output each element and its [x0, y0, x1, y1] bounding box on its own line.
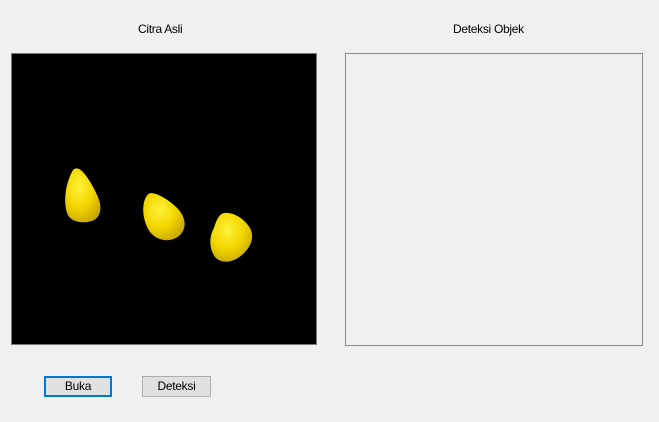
corn-kernel-3 [210, 212, 253, 262]
open-button[interactable]: Buka [44, 376, 112, 397]
detection-result-box [345, 53, 643, 346]
detect-button[interactable]: Deteksi [142, 376, 211, 397]
label-deteksi-objek: Deteksi Objek [453, 22, 524, 36]
corn-kernels-image [65, 168, 253, 262]
original-image-box [11, 53, 317, 345]
label-citra-asli: Citra Asli [138, 22, 183, 36]
corn-kernel-1 [65, 168, 101, 223]
corn-kernel-2 [143, 193, 185, 241]
